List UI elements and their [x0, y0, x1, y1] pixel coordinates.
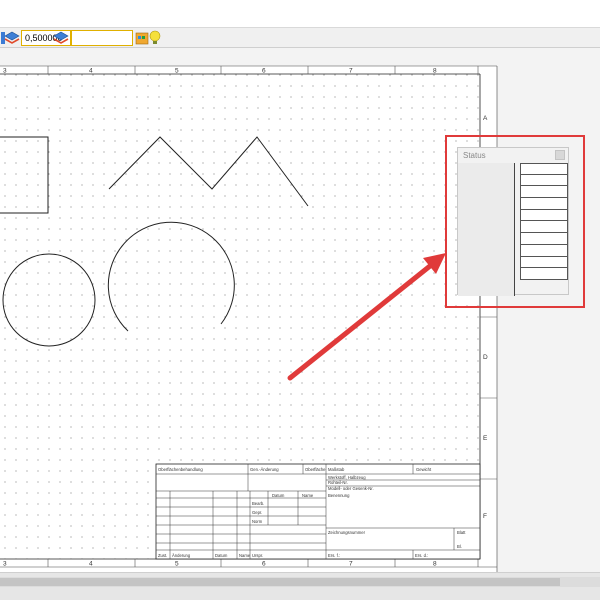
- tb-text: Bl.: [457, 544, 462, 549]
- right-ruler-label: D: [483, 354, 488, 361]
- bottom-ruler-label: 6: [262, 561, 266, 568]
- tb-text: Oberflächenbehandlung: [158, 467, 203, 472]
- tb-text: Rohteil-Nr.: [328, 480, 348, 485]
- scrollbar-thumb[interactable]: [0, 578, 560, 586]
- tb-text: Name: [239, 553, 251, 558]
- horizontal-scrollbar[interactable]: [0, 577, 600, 587]
- right-ruler-label: E: [483, 435, 488, 442]
- tb-text: Norm: [252, 519, 263, 524]
- top-ruler-label: 5: [175, 68, 179, 75]
- tb-text: Bearb.: [252, 501, 264, 506]
- tb-text: Ers. f.:: [328, 553, 340, 558]
- top-ruler-label: 4: [89, 68, 93, 75]
- tb-text: Oberfläche: [305, 467, 326, 472]
- window-top-strip: [0, 0, 600, 28]
- bottom-ruler-label: 5: [175, 561, 179, 568]
- tb-text: Gen.-Änderung: [250, 467, 279, 472]
- scale-layers-icon[interactable]: [4, 30, 20, 46]
- tb-text: Name: [302, 493, 314, 498]
- title-block: Oberflächenbehandlung Gen.-Änderung Ober…: [155, 463, 481, 560]
- status-bar: [0, 572, 600, 600]
- bottom-ruler-label: 4: [89, 561, 93, 568]
- right-ruler-label: F: [483, 513, 487, 520]
- tb-text: Benennung: [328, 493, 350, 498]
- tb-text: Datum: [215, 553, 228, 558]
- bottom-ruler-label: 8: [433, 561, 437, 568]
- bottom-ruler-label: 3: [3, 561, 7, 568]
- tb-text: Modell- oder Gesenk-Nr.: [328, 486, 374, 491]
- top-ruler-label: 3: [3, 68, 7, 75]
- bulb-icon[interactable]: [147, 30, 163, 46]
- top-ruler-label: 7: [349, 68, 353, 75]
- tb-text: Zust.: [158, 553, 167, 558]
- tb-text: Gepr.: [252, 510, 262, 515]
- top-ruler-label: 8: [433, 68, 437, 75]
- right-ruler-label: A: [483, 115, 488, 122]
- toolbar: 0,500000: [0, 28, 600, 48]
- bottom-ruler-label: 7: [349, 561, 353, 568]
- tb-text: Gewicht: [416, 467, 432, 472]
- tb-text: Datum: [272, 493, 285, 498]
- top-ruler-label: 6: [262, 68, 266, 75]
- layers-icon[interactable]: [53, 30, 69, 46]
- tb-text: Ers. d.:: [415, 553, 428, 558]
- callout-highlight-box: [445, 135, 585, 308]
- tb-text: Zeichnungsnummer: [328, 530, 366, 535]
- command-input[interactable]: [71, 30, 133, 46]
- tb-text: Blatt: [457, 530, 466, 535]
- tb-text: Maßstab: [328, 467, 345, 472]
- tb-text: Urspr.: [252, 553, 263, 558]
- drawing-canvas[interactable]: 3 4 5 6 7 8 3 4 5 6 7 8 A B C D E F: [0, 48, 600, 572]
- tb-text: Änderung: [172, 553, 191, 558]
